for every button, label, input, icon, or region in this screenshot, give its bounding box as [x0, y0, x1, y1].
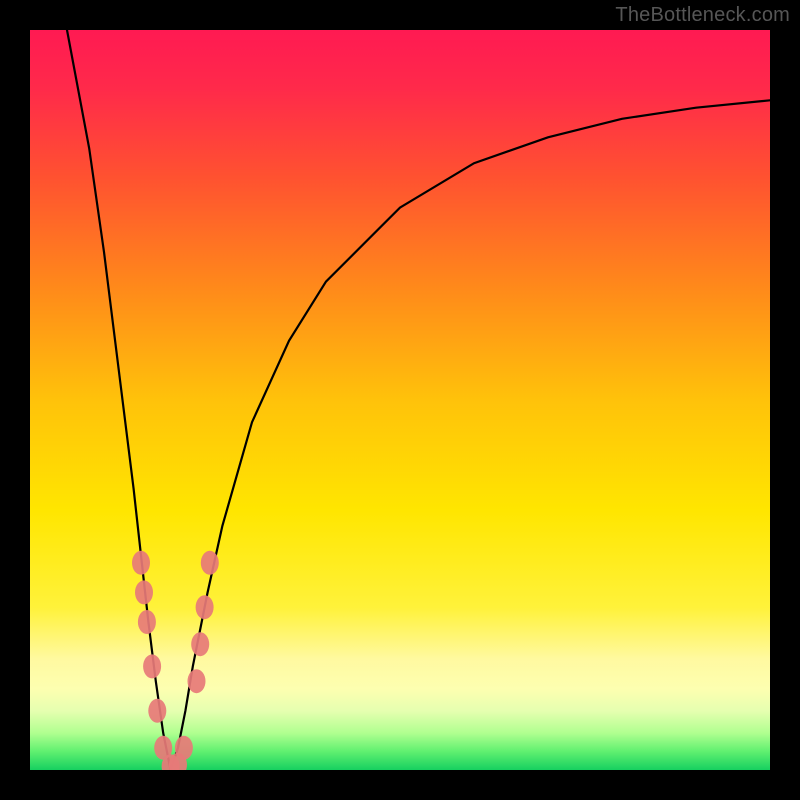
- data-marker: [132, 551, 150, 575]
- data-marker: [196, 595, 214, 619]
- data-marker: [148, 699, 166, 723]
- data-marker: [143, 654, 161, 678]
- data-marker: [201, 551, 219, 575]
- data-markers: [132, 551, 219, 770]
- data-marker: [188, 669, 206, 693]
- chart-frame: TheBottleneck.com: [0, 0, 800, 800]
- watermark-text: TheBottleneck.com: [615, 4, 790, 27]
- data-marker: [138, 610, 156, 634]
- data-marker: [175, 736, 193, 760]
- data-marker: [191, 632, 209, 656]
- curve-layer: [30, 30, 770, 770]
- plot-area: [30, 30, 770, 770]
- bottleneck-curve: [67, 30, 770, 770]
- data-marker: [135, 580, 153, 604]
